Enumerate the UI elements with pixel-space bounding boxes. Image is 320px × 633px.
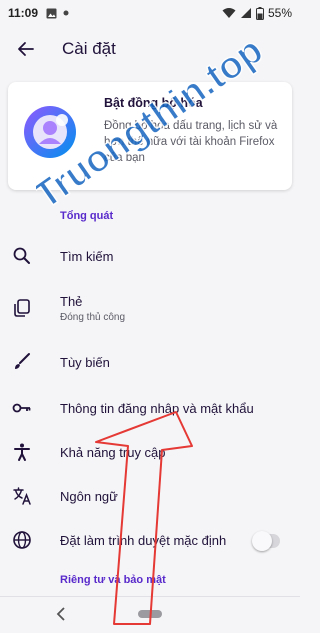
arrow-left-icon — [18, 42, 34, 56]
status-time: 11:09 — [8, 6, 39, 20]
settings-item-tabs-sub: Đóng thủ công — [60, 312, 126, 323]
search-icon — [13, 247, 30, 264]
settings-item-language-label: Ngôn ngữ — [60, 489, 118, 504]
section-header-general: Tổng quát — [60, 210, 114, 222]
default-browser-toggle[interactable] — [252, 531, 280, 551]
settings-item-language[interactable]: Ngôn ngữ — [0, 474, 300, 518]
sync-card[interactable]: Bật đồng bộ hóa Đồng bộ hóa dấu trang, l… — [8, 82, 292, 190]
settings-item-customize-label: Tùy biến — [60, 355, 110, 370]
paintbrush-icon — [15, 353, 30, 369]
signal-icon — [240, 8, 251, 18]
tabs-icon — [14, 299, 30, 317]
settings-item-search-label: Tìm kiếm — [60, 249, 114, 264]
settings-item-accessibility-label: Khả năng truy cập — [60, 445, 166, 460]
battery-level: 55% — [267, 6, 292, 20]
image-notification-icon — [46, 8, 57, 18]
settings-item-accessibility[interactable]: Khả năng truy cập — [0, 430, 300, 474]
settings-item-logins-label: Thông tin đăng nhập và mật khẩu — [60, 401, 254, 416]
notification-icons — [46, 8, 69, 19]
battery-icon — [255, 6, 264, 20]
nav-home-pill[interactable] — [138, 610, 162, 618]
settings-item-tabs-label: Thẻ — [60, 294, 83, 309]
nav-back-icon[interactable] — [56, 607, 66, 621]
system-nav-bar — [0, 596, 300, 633]
status-bar: 11:09 55% — [0, 0, 300, 26]
settings-item-default-browser-label: Đặt làm trình duyệt mặc định — [60, 533, 227, 548]
settings-item-customize[interactable]: Tùy biến — [0, 340, 300, 384]
dot-notification-icon — [63, 10, 69, 16]
settings-item-search[interactable]: Tìm kiếm — [0, 234, 300, 278]
globe-icon — [13, 531, 31, 549]
settings-item-default-browser[interactable]: Đặt làm trình duyệt mặc định — [0, 518, 300, 562]
sync-description: Đồng bộ hóa dấu trang, lịch sử và hơn th… — [104, 120, 278, 164]
translate-icon — [13, 487, 31, 505]
settings-item-logins[interactable]: Thông tin đăng nhập và mật khẩu — [0, 386, 300, 430]
settings-item-tabs[interactable]: Thẻ Đóng thủ công — [0, 286, 300, 330]
wifi-icon — [222, 8, 236, 18]
section-header-privacy: Riêng tư và bảo mật — [60, 574, 166, 586]
firefox-account-logo-icon — [24, 106, 76, 158]
app-bar: Cài đặt — [0, 26, 300, 72]
status-right: 55% — [222, 6, 292, 20]
back-button[interactable] — [12, 35, 40, 63]
toggle-knob — [252, 531, 272, 551]
page-title: Cài đặt — [62, 39, 116, 58]
key-icon — [12, 403, 31, 413]
sync-title: Bật đồng bộ hóa — [104, 96, 203, 110]
accessibility-icon — [14, 443, 30, 461]
